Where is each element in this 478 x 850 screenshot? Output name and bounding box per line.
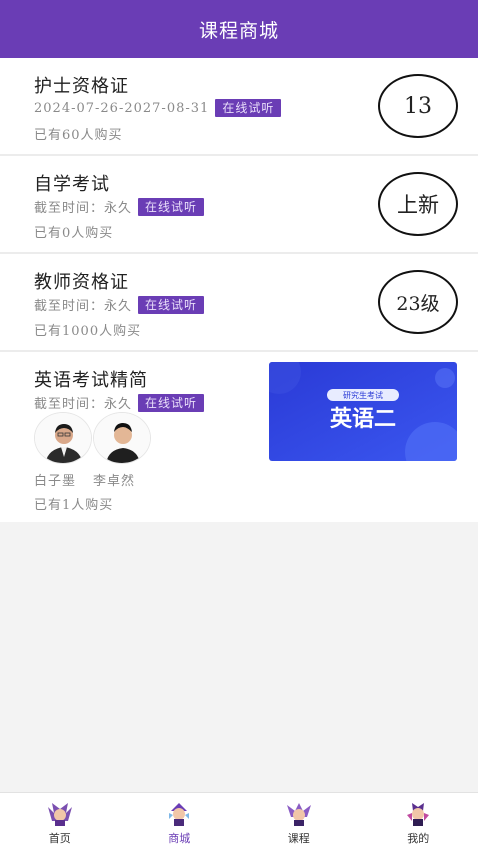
course-meta: 截至时间：永久 在线试听	[34, 393, 205, 412]
course-deadline: 截至时间：永久	[34, 201, 133, 216]
teacher-avatar	[34, 412, 92, 464]
course-item[interactable]: 自学考试 截至时间：永久 在线试听 已有0人购买 上新	[0, 156, 478, 254]
course-item[interactable]: 护士资格证 2024-07-26-2027-08-31 在线试听 已有60人购买…	[0, 58, 478, 156]
tab-home[interactable]: 首页	[0, 793, 120, 850]
tab-mall[interactable]: 商城	[120, 793, 240, 850]
teacher-portrait-icon	[35, 413, 91, 463]
course-title: 教师资格证	[34, 272, 129, 293]
banner-subtitle: 研究生考试	[343, 390, 383, 400]
home-icon	[47, 803, 72, 826]
course-list: 护士资格证 2024-07-26-2027-08-31 在线试听 已有60人购买…	[0, 58, 478, 522]
buyer-count: 已有1000人购买	[34, 324, 142, 339]
course-badge: 23级	[378, 270, 458, 334]
teacher-name: 李卓然	[93, 474, 136, 489]
teacher-avatar	[93, 412, 151, 464]
tab-label: 商城	[168, 832, 191, 845]
trial-listen-tag[interactable]: 在线试听	[138, 393, 205, 412]
course-cover-banner[interactable]: 研究生考试 英语二	[269, 362, 457, 461]
tab-courses[interactable]: 课程	[239, 793, 359, 850]
course-date-range: 2024-07-26-2027-08-31	[34, 100, 210, 116]
trial-listen-tag[interactable]: 在线试听	[138, 295, 205, 314]
course-deadline: 截至时间：永久	[34, 397, 133, 412]
teacher-name: 白子墨	[34, 474, 77, 489]
mall-icon	[169, 803, 190, 826]
buyer-count: 已有60人购买	[34, 128, 123, 143]
tab-label: 我的	[407, 832, 430, 845]
course-meta: 截至时间：永久 在线试听	[34, 197, 205, 216]
bottom-tab-bar: 首页 商城 课程 我的	[0, 792, 478, 850]
course-meta: 截至时间：永久 在线试听	[34, 295, 205, 314]
trial-listen-tag[interactable]: 在线试听	[138, 197, 205, 216]
trial-listen-tag[interactable]: 在线试听	[215, 99, 282, 117]
course-title: 英语考试精简	[34, 370, 148, 391]
course-item[interactable]: 教师资格证 截至时间：永久 在线试听 已有1000人购买 23级	[0, 254, 478, 352]
teacher-portrait-icon	[94, 413, 150, 463]
tab-profile[interactable]: 我的	[359, 793, 478, 850]
banner-title: 英语二	[330, 407, 396, 432]
course-item[interactable]: 英语考试精简 截至时间：永久 在线试听 白子墨 李卓然 已有1人购买 研究生考试…	[0, 352, 478, 522]
course-badge: 13	[378, 74, 458, 138]
buyer-count: 已有1人购买	[34, 498, 114, 513]
profile-icon	[407, 803, 430, 826]
course-title: 自学考试	[34, 174, 110, 195]
course-meta: 2024-07-26-2027-08-31 在线试听	[34, 99, 282, 117]
tab-label: 首页	[48, 832, 71, 845]
tab-label: 课程	[287, 832, 310, 845]
course-icon	[286, 803, 311, 826]
course-deadline: 截至时间：永久	[34, 299, 133, 314]
page-title: 课程商城	[0, 0, 478, 58]
course-title: 护士资格证	[34, 76, 129, 97]
buyer-count: 已有0人购买	[34, 226, 114, 241]
course-cover-image: 研究生考试 英语二	[269, 362, 457, 461]
course-badge: 上新	[378, 172, 458, 236]
